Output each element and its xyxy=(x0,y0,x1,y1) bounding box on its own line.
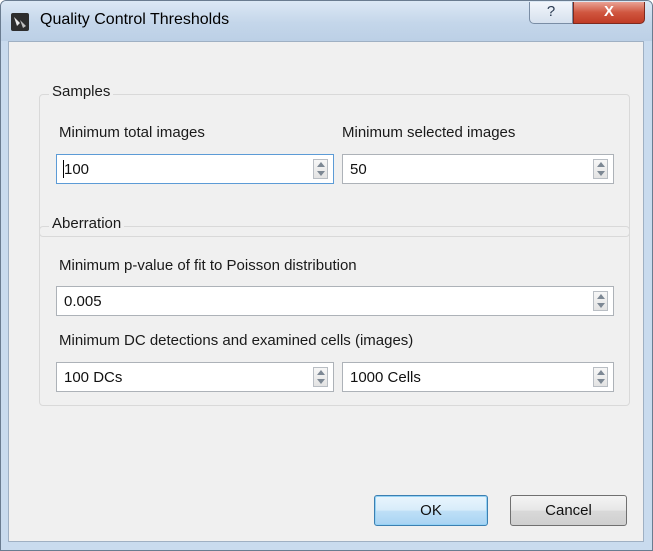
examined-cells-value[interactable]: 1000 Cells xyxy=(350,369,421,386)
spin-up-arrow-icon[interactable] xyxy=(317,370,325,375)
pvalue-label: Minimum p-value of fit to Poisson distri… xyxy=(59,257,357,274)
dc-detections-value[interactable]: 100 DCs xyxy=(64,369,122,386)
spin-down-arrow-icon[interactable] xyxy=(317,379,325,384)
spin-arrows[interactable] xyxy=(313,367,328,387)
spin-down-arrow-icon[interactable] xyxy=(317,171,325,176)
spin-down-arrow-icon[interactable] xyxy=(597,379,605,384)
pvalue-spinbox[interactable]: 0.005 xyxy=(56,286,614,316)
min-selected-images-spinbox[interactable]: 50 xyxy=(342,154,614,184)
min-selected-images-value[interactable]: 50 xyxy=(350,161,367,178)
spin-arrows[interactable] xyxy=(593,159,608,179)
close-icon[interactable]: X xyxy=(573,2,645,24)
dc-cells-label: Minimum DC detections and examined cells… xyxy=(59,332,414,349)
spin-arrows[interactable] xyxy=(313,159,328,179)
min-total-images-value[interactable]: 100 xyxy=(64,161,89,178)
min-total-images-label: Minimum total images xyxy=(59,124,205,141)
spin-up-arrow-icon[interactable] xyxy=(597,370,605,375)
cancel-button[interactable]: Cancel xyxy=(510,495,627,526)
dc-detections-spinbox[interactable]: 100 DCs xyxy=(56,362,334,392)
pvalue-value[interactable]: 0.005 xyxy=(64,293,102,310)
help-icon[interactable]: ? xyxy=(529,2,573,24)
spin-arrows[interactable] xyxy=(593,367,608,387)
spin-down-arrow-icon[interactable] xyxy=(597,303,605,308)
spin-down-arrow-icon[interactable] xyxy=(597,171,605,176)
spin-up-arrow-icon[interactable] xyxy=(597,294,605,299)
dialog-window: Quality Control Thresholds ? X Samples M… xyxy=(0,0,653,551)
spin-up-arrow-icon[interactable] xyxy=(597,162,605,167)
aberration-group-title: Aberration xyxy=(49,215,125,232)
window-title: Quality Control Thresholds xyxy=(40,11,230,28)
spin-arrows[interactable] xyxy=(593,291,608,311)
title-bar[interactable]: Quality Control Thresholds ? X xyxy=(1,1,652,41)
ok-button[interactable]: OK xyxy=(374,495,488,526)
samples-group-title: Samples xyxy=(49,83,114,100)
min-selected-images-label: Minimum selected images xyxy=(342,124,516,141)
dialog-body: Samples Minimum total images Minimum sel… xyxy=(8,41,644,542)
examined-cells-spinbox[interactable]: 1000 Cells xyxy=(342,362,614,392)
app-icon[interactable] xyxy=(11,13,29,31)
spin-up-arrow-icon[interactable] xyxy=(317,162,325,167)
min-total-images-spinbox[interactable]: 100 xyxy=(56,154,334,184)
